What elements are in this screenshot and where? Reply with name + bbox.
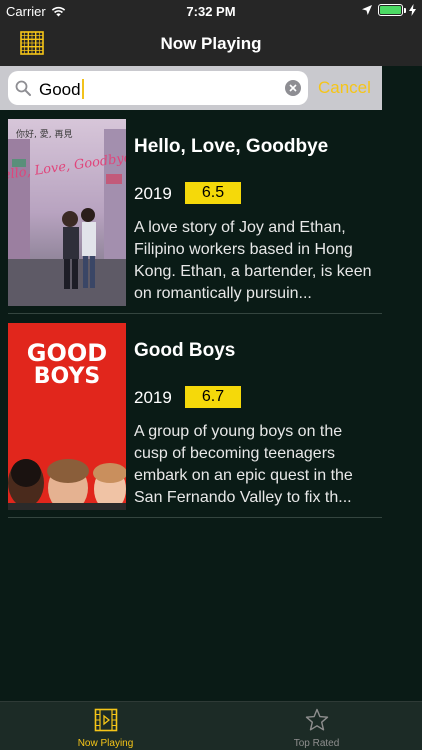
tab-bar: Now Playing Top Rated — [0, 701, 422, 750]
navigation-bar: Now Playing — [0, 22, 422, 66]
clear-text-icon[interactable] — [285, 80, 301, 96]
search-bar: Good Cancel — [0, 66, 382, 110]
battery-icon — [378, 4, 406, 16]
poster-title-line-1: GOOD — [27, 339, 107, 367]
movie-row[interactable]: GOOD BOYS Good Boys 2019 6.7 A group of … — [0, 314, 382, 518]
movie-poster: GOOD BOYS — [8, 323, 126, 510]
status-bar: Carrier 7:32 PM — [0, 0, 422, 22]
movie-overview: A group of young boys on the cusp of bec… — [134, 423, 353, 506]
movie-row[interactable]: 你好, 愛, 再見 Hello, Love, Goodbye Hello, Lo… — [0, 110, 382, 314]
rating-badge: 6.5 — [185, 182, 241, 204]
cancel-button[interactable]: Cancel — [318, 78, 371, 98]
movie-year: 2019 — [134, 184, 172, 203]
movie-year: 2019 — [134, 388, 172, 407]
rating-badge: 6.7 — [185, 386, 241, 408]
row-divider — [8, 517, 382, 518]
movie-title: Good Boys — [134, 340, 236, 361]
poster-title-line-2: BOYS — [34, 364, 100, 389]
movie-poster: 你好, 愛, 再見 Hello, Love, Goodbye — [8, 119, 126, 306]
movie-list: 你好, 愛, 再見 Hello, Love, Goodbye Hello, Lo… — [0, 110, 382, 518]
page-title: Now Playing — [160, 34, 262, 53]
text-caret — [81, 79, 84, 99]
movie-title: Hello, Love, Goodbye — [134, 136, 329, 157]
search-value-text: Good — [39, 80, 81, 99]
location-arrow-icon — [362, 5, 372, 15]
search-input[interactable]: Good — [8, 71, 308, 105]
charging-bolt-icon — [409, 4, 416, 16]
battery-fill — [380, 6, 401, 14]
movie-overview: A love story of Joy and Ethan, Filipino … — [134, 219, 372, 302]
tab-label-top-rated: Top Rated — [293, 738, 340, 749]
tab-top-rated[interactable]: Top Rated — [211, 702, 422, 750]
star-icon — [305, 708, 329, 731]
status-time: 7:32 PM — [186, 4, 236, 19]
film-icon — [94, 708, 118, 732]
tab-label-now-playing: Now Playing — [77, 738, 134, 749]
poster-tagline: 你好, 愛, 再見 — [16, 128, 72, 140]
search-icon — [15, 80, 31, 96]
tab-now-playing[interactable]: Now Playing — [0, 702, 211, 750]
search-input-value: Good — [39, 79, 84, 100]
status-right — [362, 4, 416, 16]
